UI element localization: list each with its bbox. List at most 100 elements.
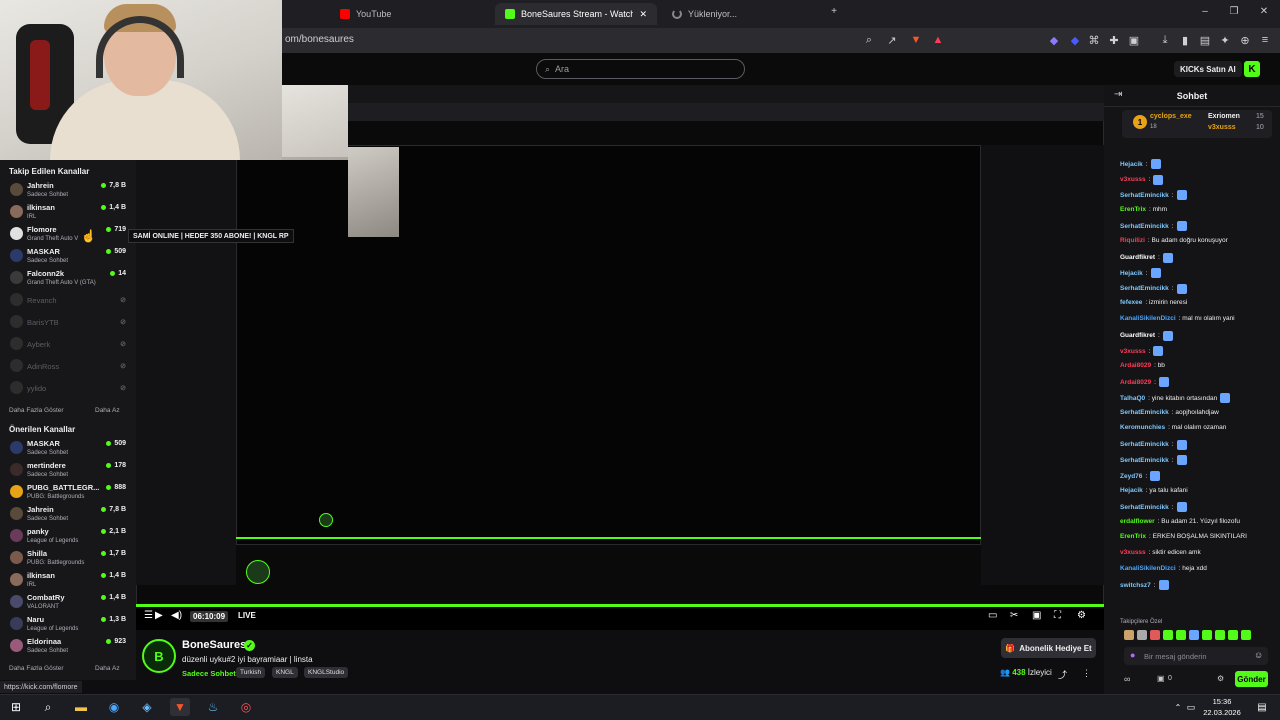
sidebar-channel[interactable]: panky League of Legends 2,1 B	[6, 526, 132, 548]
extension-icon[interactable]: ⌘	[1087, 33, 1101, 47]
obs-icon[interactable]: ◎	[236, 698, 256, 716]
emote-icon[interactable]	[1228, 630, 1238, 640]
sidebar-channel[interactable]: BarisYTB ⊘	[6, 312, 132, 334]
chat-username[interactable]: SerhatEmincikk	[1120, 504, 1169, 511]
sidebar-channel[interactable]: Ayberk ⊘	[6, 334, 132, 356]
sidebar-channel[interactable]: mertindere Sadece Sohbet 178	[6, 460, 132, 482]
sidebar-channel[interactable]: Revanch ⊘	[6, 290, 132, 312]
share-icon[interactable]: ↗	[885, 33, 899, 47]
chat-username[interactable]: erdalflower	[1120, 518, 1155, 525]
tab-youtube[interactable]: YouTube	[330, 3, 480, 25]
video-player[interactable]	[136, 85, 1104, 630]
send-button[interactable]: Gönder	[1235, 671, 1268, 687]
sidebar-channel[interactable]: Jahrein Sadece Sohbet 7,8 B	[6, 180, 132, 202]
close-icon[interactable]: ✕	[639, 9, 647, 20]
notification-icon[interactable]: ▤	[1252, 698, 1272, 716]
sidebar-icon[interactable]: ▮	[1178, 33, 1192, 47]
emote-icon[interactable]	[1137, 630, 1147, 640]
chat-input[interactable]: Bir mesaj gönderin	[1124, 647, 1268, 665]
chat-username[interactable]: SerhatEmincikk	[1120, 192, 1169, 199]
puzzle-icon[interactable]: ✚	[1107, 33, 1121, 47]
sidebar-channel[interactable]: ilkinsan IRL 1,4 B	[6, 202, 132, 224]
chat-username[interactable]: v3xusss	[1120, 176, 1146, 183]
chat-username[interactable]: fefexee	[1120, 299, 1142, 306]
progress-bar[interactable]	[136, 604, 1104, 607]
sidebar-channel[interactable]: Eldorinaa Sadece Sohbet 923	[6, 636, 132, 658]
tag-pill[interactable]: Turkish	[236, 667, 266, 678]
emoji-icon[interactable]: ☺	[1254, 650, 1263, 660]
close-window-button[interactable]: ✕	[1256, 6, 1272, 17]
channel-avatar[interactable]: B	[142, 639, 176, 673]
fullscreen-icon[interactable]: ⛶	[1054, 610, 1061, 621]
emote-icon[interactable]	[1163, 630, 1173, 640]
chat-username[interactable]: SerhatEmincikk	[1120, 457, 1169, 464]
chat-username[interactable]: switchsz7	[1120, 582, 1151, 589]
brave-icon[interactable]: ▼	[170, 698, 190, 716]
tag-pill[interactable]: KNGL	[272, 667, 298, 678]
sidebar-channel[interactable]: CombatRy VALORANT 1,4 B	[6, 592, 132, 614]
category-link[interactable]: Sadece Sohbet	[182, 669, 236, 678]
theater-icon[interactable]: ▭	[988, 610, 997, 621]
emote-icon[interactable]	[1202, 630, 1212, 640]
gift-sub-button[interactable]: 🎁 Abonelik Hediye Et	[1001, 638, 1096, 658]
app-icon[interactable]: ◈	[137, 698, 157, 716]
sidebar-channel[interactable]: Shilla PUBG: Battlegrounds 1,7 B	[6, 548, 132, 570]
more-icon[interactable]: ⋮	[1082, 668, 1091, 679]
share-icon[interactable]: ⤴	[1058, 668, 1067, 681]
url-field[interactable]: om/bonesaures	[285, 34, 354, 45]
chat-username[interactable]: Ardai8029	[1120, 362, 1151, 369]
steam-icon[interactable]: ♨	[203, 698, 223, 716]
windows-start-icon[interactable]: ⊞	[6, 698, 26, 716]
chat-username[interactable]: Hejacik	[1120, 487, 1143, 494]
zoom-icon[interactable]: ⌕	[862, 33, 876, 47]
menu-icon[interactable]: ≡	[1258, 33, 1272, 47]
maximize-button[interactable]: ❐	[1226, 6, 1242, 17]
leo-icon[interactable]: ✦	[1218, 33, 1232, 47]
leader-user[interactable]: v3xusss	[1208, 124, 1236, 131]
clip-icon[interactable]: ✂	[1010, 610, 1018, 621]
chat-username[interactable]: Keromunchies	[1120, 424, 1165, 431]
chat-username[interactable]: SerhatEmincikk	[1120, 285, 1169, 292]
show-less-link[interactable]: Daha Az	[95, 407, 120, 414]
chat-username[interactable]: Guardfikret	[1120, 332, 1155, 339]
settings-icon[interactable]: ☰	[144, 610, 153, 621]
chat-username[interactable]: Ardai8029	[1120, 379, 1151, 386]
extension-icon[interactable]: ◆	[1047, 33, 1061, 47]
show-more-link[interactable]: Daha Fazla Göster	[9, 665, 64, 672]
sidebar-channel[interactable]: Falconn2k Grand Theft Auto V (GTA) 14	[6, 268, 132, 290]
streamer-name[interactable]: BoneSaures	[182, 639, 246, 651]
gift-icon[interactable]: ▣	[1157, 674, 1165, 683]
clock[interactable]: 15:36 22.03.2026	[1200, 696, 1244, 718]
sidebar-channel[interactable]: Flomore Grand Theft Auto V 719	[6, 224, 132, 246]
sidebar-channel[interactable]: yylido ⊘	[6, 378, 132, 400]
chat-username[interactable]: Riquilizi	[1120, 237, 1145, 244]
sidebar-channel[interactable]: Jahrein Sadece Sohbet 7,8 B	[6, 504, 132, 526]
chat-username[interactable]: ErenTrix	[1120, 206, 1146, 213]
brave-shield-icon[interactable]: ▼	[909, 33, 923, 47]
chat-username[interactable]: TalhaQ0	[1120, 395, 1145, 402]
sidebar-channel[interactable]: Naru League of Legends 1,3 B	[6, 614, 132, 636]
file-explorer-icon[interactable]: ▬	[71, 698, 91, 716]
wallet-icon[interactable]: ▤	[1198, 33, 1212, 47]
search-icon[interactable]: ⌕	[38, 698, 58, 716]
sidebar-channel[interactable]: ilkinsan IRL 1,4 B	[6, 570, 132, 592]
mic-icon[interactable]: ●	[1130, 650, 1135, 660]
chat-username[interactable]: KanaliSikilenDizci	[1120, 565, 1176, 572]
tab-loading[interactable]: Yükleniyor...	[662, 3, 812, 25]
chat-username[interactable]: SerhatEmincikk	[1120, 409, 1169, 416]
play-icon[interactable]: ▶	[155, 610, 163, 621]
new-tab-button[interactable]: +	[826, 6, 842, 17]
volume-icon[interactable]: ◀)	[171, 610, 182, 621]
chat-username[interactable]: Hejacik	[1120, 270, 1143, 277]
chat-username[interactable]: SerhatEmincikk	[1120, 223, 1169, 230]
kick-logo-icon[interactable]: K	[1244, 61, 1260, 77]
minimize-button[interactable]: –	[1197, 6, 1213, 17]
leader-user[interactable]: cyclops_exe	[1150, 113, 1192, 120]
pip-icon[interactable]: ▣	[1032, 610, 1041, 621]
emote-icon[interactable]	[1124, 630, 1134, 640]
sidebar-channel[interactable]: MASKAR Sadece Sohbet 509	[6, 438, 132, 460]
chat-username[interactable]: Hejacik	[1120, 161, 1143, 168]
show-more-link[interactable]: Daha Fazla Göster	[9, 407, 64, 414]
chat-username[interactable]: v3xusss	[1120, 348, 1146, 355]
download-icon[interactable]: ⤓	[1158, 33, 1172, 47]
